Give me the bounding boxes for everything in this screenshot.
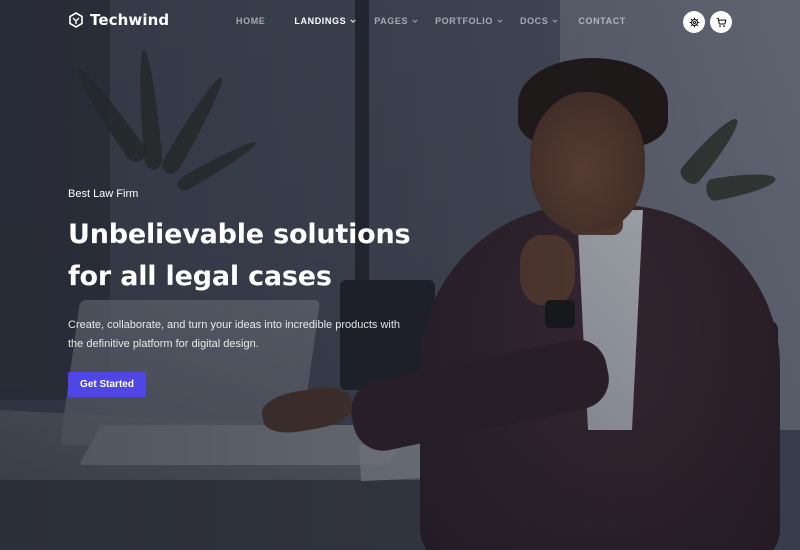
- hero-description: Create, collaborate, and turn your ideas…: [68, 316, 408, 354]
- shopping-cart-icon: [716, 17, 726, 27]
- nav-item-home[interactable]: HOME: [236, 16, 265, 26]
- nav-item-pages[interactable]: PAGES: [374, 16, 418, 26]
- nav-item-docs[interactable]: DOCS: [520, 16, 558, 26]
- nav-item-label: PAGES: [374, 16, 409, 26]
- main-menu: HOME LANDINGS PAGES PORTFOLIO DOCS CONTA…: [236, 16, 626, 26]
- chevron-down-icon: [497, 19, 503, 23]
- hero-description-line: the definitive platform for digital desi…: [68, 338, 259, 350]
- chevron-down-icon: [552, 19, 558, 23]
- brand-name: Techwind: [90, 11, 170, 29]
- hero-eyebrow: Best Law Firm: [68, 188, 139, 200]
- chevron-down-icon: [412, 19, 418, 23]
- nav-item-label: PORTFOLIO: [435, 16, 493, 26]
- nav-item-contact[interactable]: CONTACT: [578, 16, 626, 26]
- nav-item-landings[interactable]: LANDINGS: [294, 16, 356, 26]
- nav-item-label: CONTACT: [578, 16, 626, 26]
- hero-content: Best Law Firm Unbelievable solutions for…: [68, 188, 428, 397]
- settings-gear-icon: [689, 17, 699, 27]
- hero-section: Techwind HOME LANDINGS PAGES PORTFOLIO D…: [0, 0, 800, 550]
- techwind-logo-icon: [69, 12, 83, 28]
- cart-button[interactable]: [710, 11, 732, 33]
- nav-actions: [683, 11, 732, 33]
- get-started-button[interactable]: Get Started: [68, 372, 146, 397]
- top-navbar: Techwind HOME LANDINGS PAGES PORTFOLIO D…: [0, 0, 800, 44]
- chevron-down-icon: [350, 19, 356, 23]
- hero-title-line: for all legal cases: [68, 261, 332, 292]
- nav-item-label: LANDINGS: [294, 16, 347, 26]
- hero-title: Unbelievable solutions for all legal cas…: [68, 214, 428, 298]
- nav-item-label: HOME: [236, 16, 266, 26]
- nav-item-portfolio[interactable]: PORTFOLIO: [435, 16, 503, 26]
- brand-logo[interactable]: Techwind: [68, 11, 169, 29]
- hero-title-line: Unbelievable solutions: [68, 219, 411, 250]
- hero-description-line: Create, collaborate, and turn your ideas…: [68, 319, 401, 331]
- settings-button[interactable]: [683, 11, 705, 33]
- nav-item-label: DOCS: [519, 16, 549, 26]
